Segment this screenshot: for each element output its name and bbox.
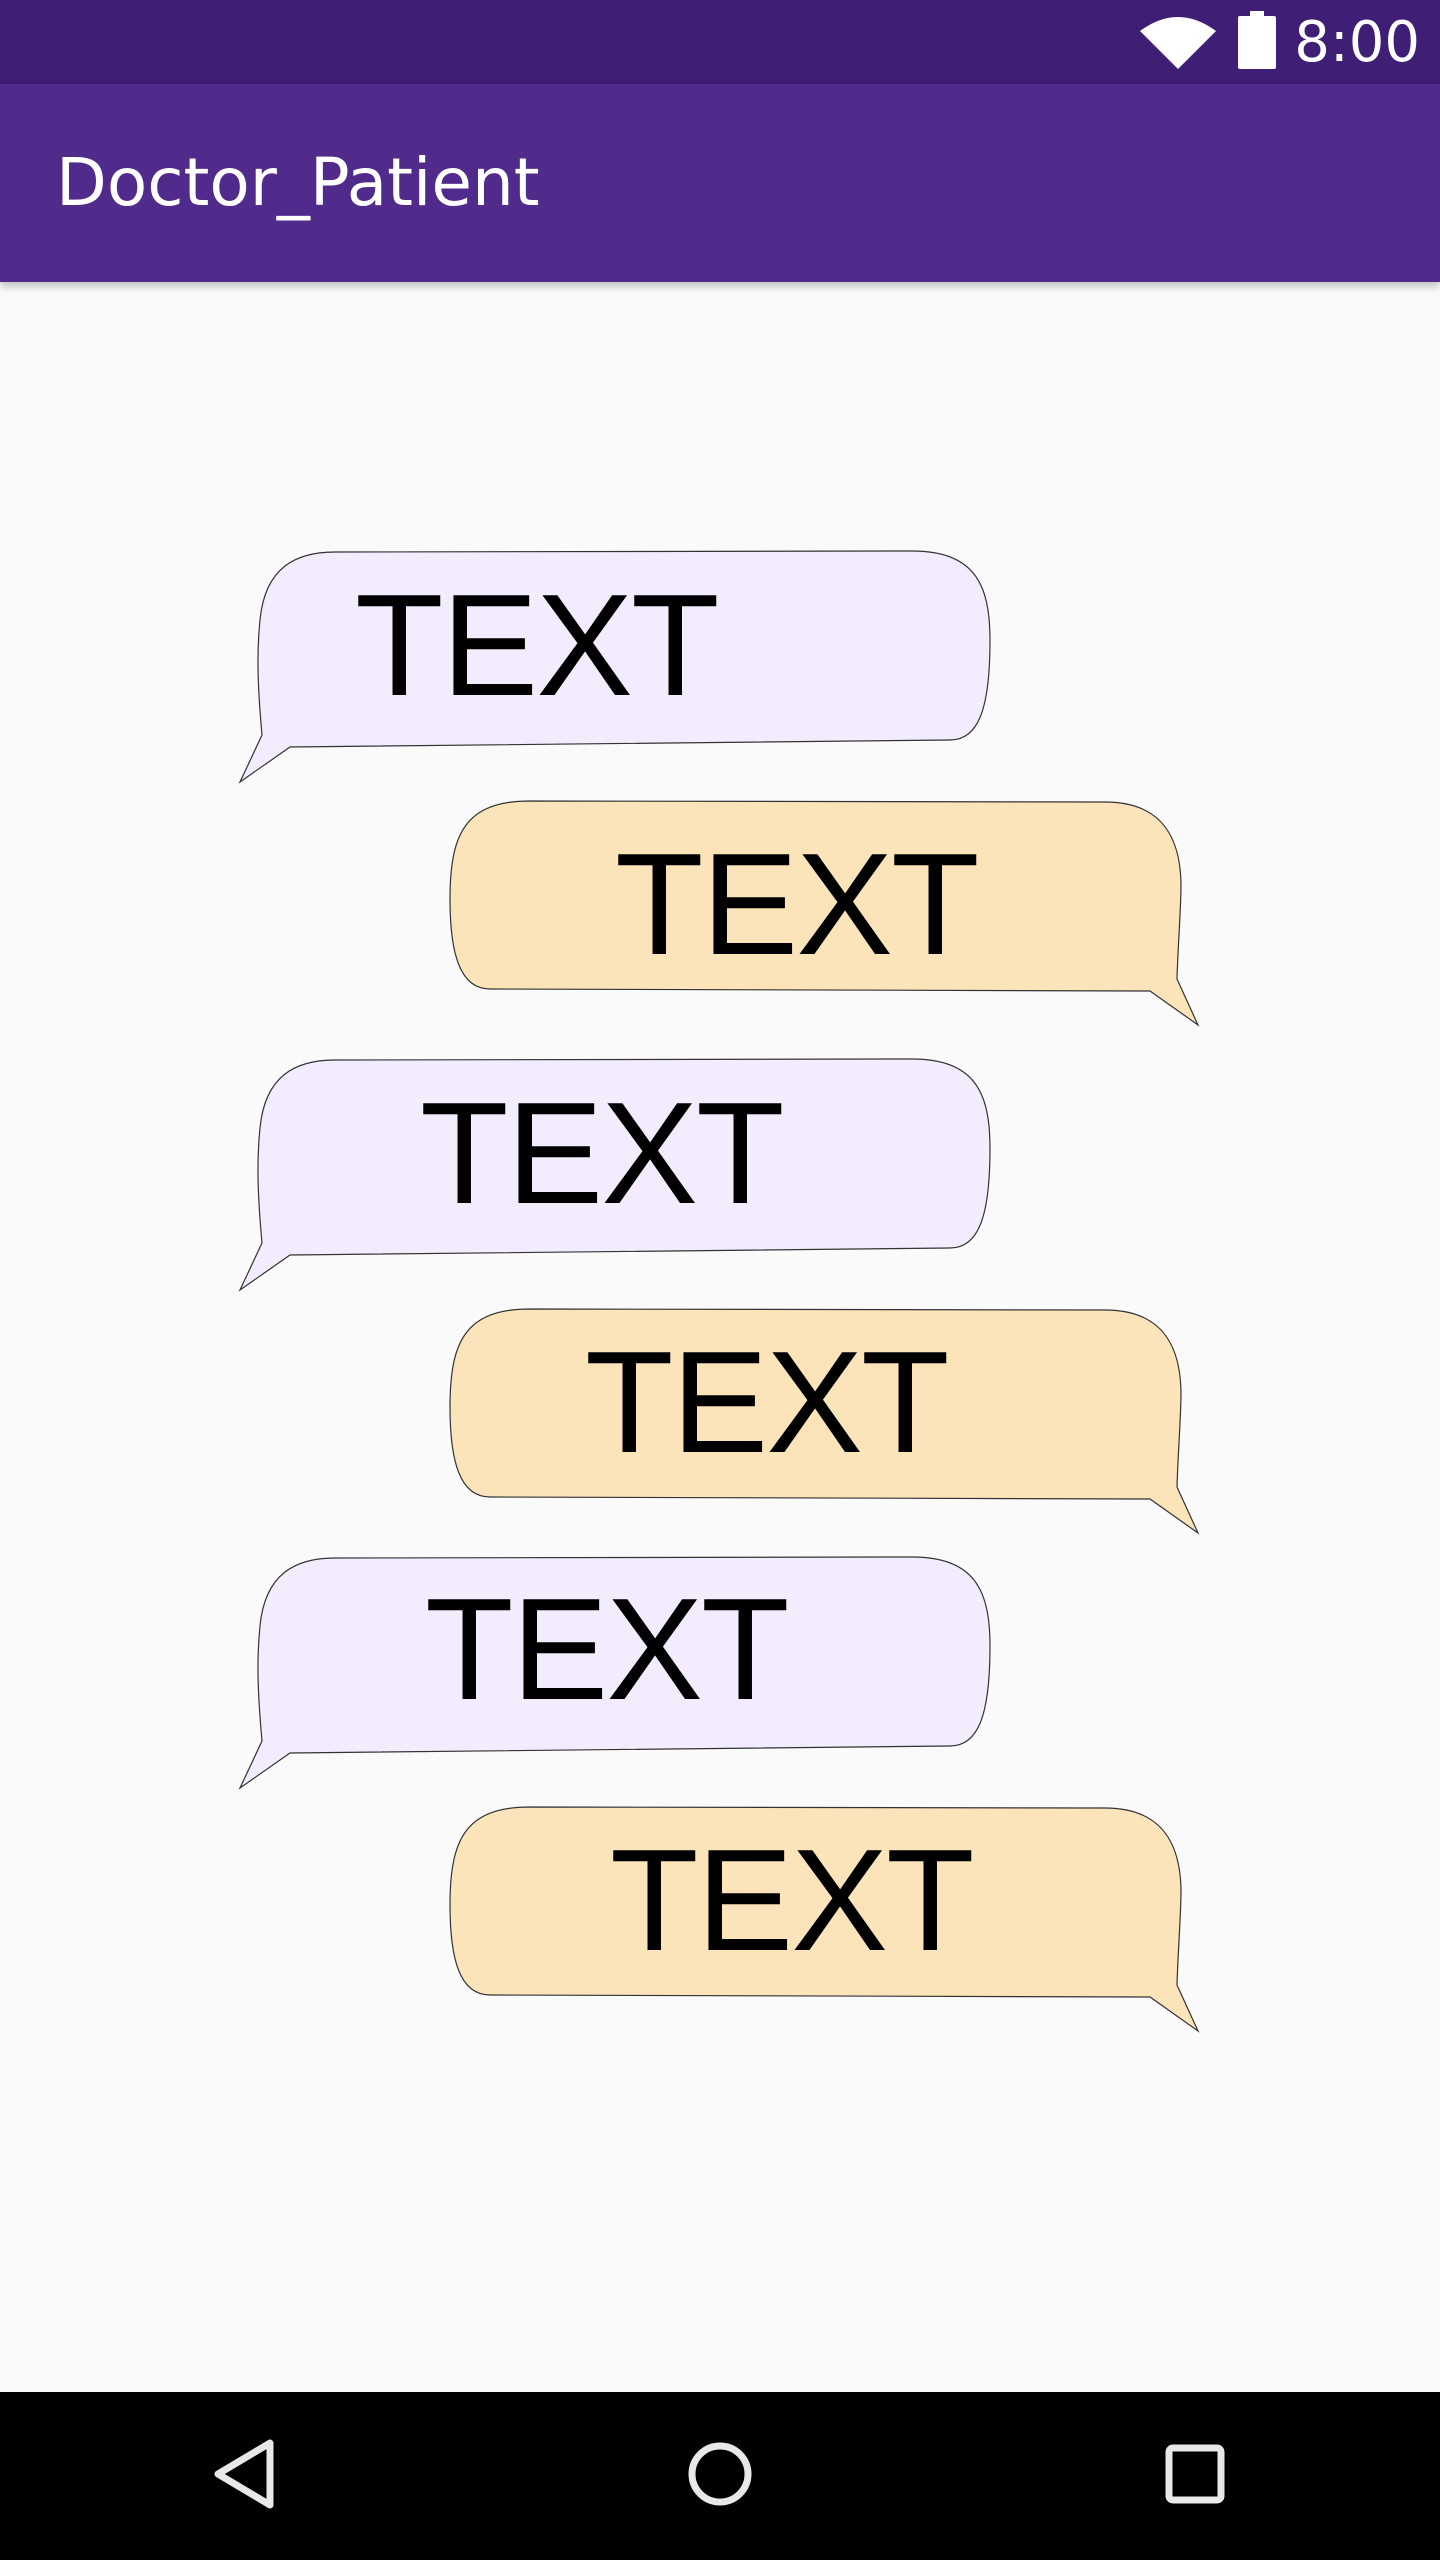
- back-button[interactable]: [161, 2392, 329, 2560]
- message-text: TEXT: [355, 564, 720, 726]
- message-bubble-incoming[interactable]: TEXT: [238, 1058, 991, 1292]
- wifi-icon: [1140, 11, 1217, 74]
- message-bubble-outgoing[interactable]: TEXT: [449, 1307, 1200, 1539]
- status-time: 8:00: [1294, 9, 1420, 75]
- back-icon: [210, 2439, 280, 2514]
- message-text: TEXT: [615, 823, 980, 985]
- message-text: TEXT: [420, 1072, 785, 1234]
- chat-area: TEXT TEXT TEXT TEXT TEXT TEXT: [0, 282, 1440, 2392]
- recents-button[interactable]: [1111, 2392, 1279, 2560]
- navigation-bar: [0, 2392, 1440, 2560]
- message-bubble-outgoing[interactable]: TEXT: [449, 1805, 1200, 2037]
- battery-icon: [1238, 10, 1277, 74]
- app-bar: Doctor_Patient: [0, 84, 1440, 282]
- home-icon: [685, 2439, 755, 2514]
- recents-icon: [1160, 2439, 1230, 2514]
- message-text: TEXT: [585, 1321, 950, 1483]
- message-text: TEXT: [425, 1568, 790, 1730]
- message-bubble-outgoing[interactable]: TEXT: [449, 799, 1200, 1031]
- status-icons: 8:00: [1140, 0, 1420, 84]
- message-bubble-incoming[interactable]: TEXT: [238, 550, 991, 784]
- status-bar: 8:00: [0, 0, 1440, 84]
- home-button[interactable]: [636, 2392, 804, 2560]
- app-title: Doctor_Patient: [56, 144, 540, 221]
- message-text: TEXT: [610, 1819, 975, 1981]
- message-bubble-incoming[interactable]: TEXT: [238, 1556, 991, 1790]
